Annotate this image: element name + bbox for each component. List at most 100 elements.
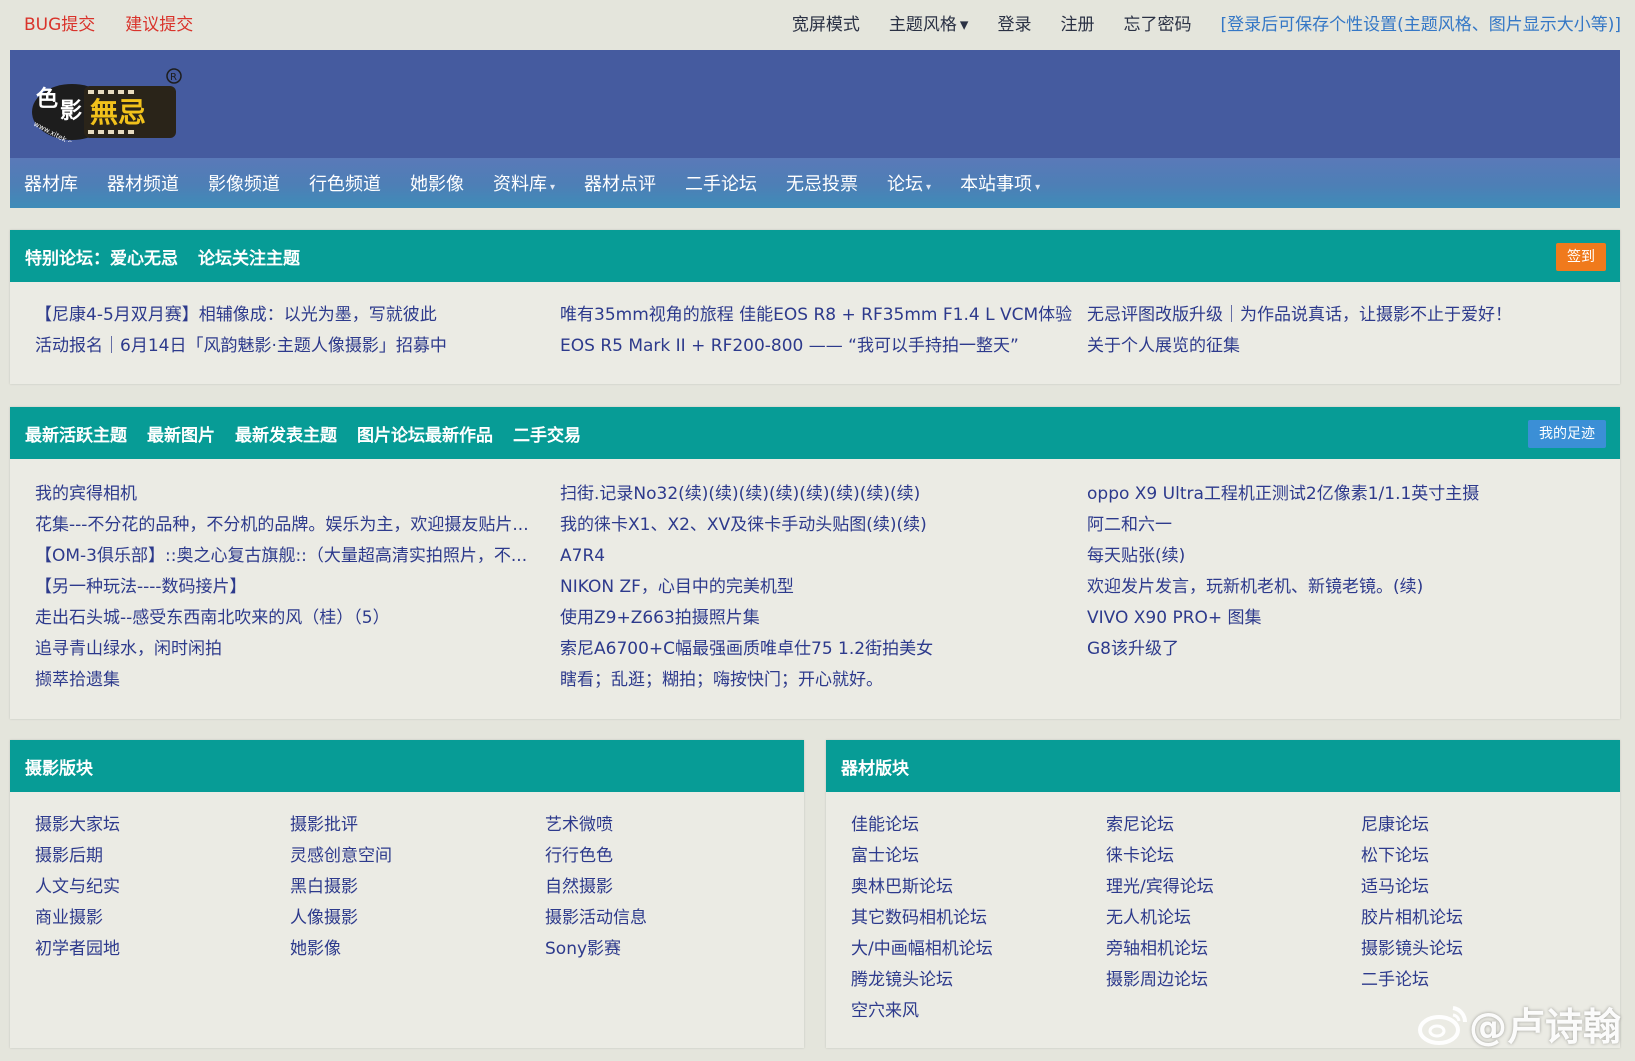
my-footprint-button[interactable]: 我的足迹 bbox=[1528, 420, 1606, 448]
nav-item[interactable]: 器材频道 bbox=[107, 170, 179, 196]
nav-item-label: 二手论坛 bbox=[685, 174, 758, 195]
forum-link[interactable]: 她影像 bbox=[290, 934, 530, 965]
forum-link[interactable]: 腾龙镜头论坛 bbox=[851, 965, 1091, 996]
tab-latest-posts[interactable]: 最新发表主题 bbox=[235, 421, 337, 446]
nav-item[interactable]: 器材点评 bbox=[584, 170, 656, 196]
latest-topics-list: 我的宾得相机 花集---不分花的品种，不分机的品牌。娱乐为主，欢迎摄友贴片... 【… bbox=[10, 459, 1620, 717]
nav-item[interactable]: 器材库 bbox=[24, 170, 78, 196]
forum-link[interactable]: 自然摄影 bbox=[545, 872, 785, 903]
forum-link[interactable]: 大/中画幅相机论坛 bbox=[851, 934, 1091, 965]
topic-link[interactable]: 阿二和六一 bbox=[1087, 510, 1602, 541]
forum-link[interactable]: 空穴来风 bbox=[851, 996, 1091, 1027]
forum-link[interactable]: 奥林巴斯论坛 bbox=[851, 872, 1091, 903]
login-link[interactable]: 登录 bbox=[997, 10, 1031, 35]
forgot-password-link[interactable]: 忘了密码 bbox=[1123, 10, 1191, 35]
link-column: oppo X9 Ultra工程机正测试2亿像素1/1.1英寸主摄 阿二和六一 每天贴… bbox=[1087, 479, 1602, 665]
tab-image-forum-works[interactable]: 图片论坛最新作品 bbox=[357, 421, 493, 446]
featured-topic-link[interactable]: 【尼康4-5月双月赛】相辅像成：以光为墨，写就彼此 bbox=[35, 300, 555, 331]
topic-link[interactable]: 瞎看；乱逛；糊拍；嗨按快门；开心就好。 bbox=[560, 665, 1075, 696]
site-logo[interactable]: 色 影 無忌 www.xitek.com R bbox=[28, 68, 184, 142]
nav-item-label: 器材库 bbox=[24, 174, 78, 195]
forum-link[interactable]: 松下论坛 bbox=[1361, 841, 1601, 872]
forum-link[interactable]: 其它数码相机论坛 bbox=[851, 903, 1091, 934]
nav-item-label: 资料库 bbox=[493, 174, 547, 195]
forum-link[interactable]: 无人机论坛 bbox=[1106, 903, 1346, 934]
featured-topic-link[interactable]: 关于个人展览的征集 bbox=[1087, 331, 1607, 362]
tab-active-topics[interactable]: 最新活跃主题 bbox=[25, 421, 127, 446]
tab-second-hand[interactable]: 二手交易 bbox=[513, 421, 581, 446]
forum-link[interactable]: 徕卡论坛 bbox=[1106, 841, 1346, 872]
tab-followed-topics[interactable]: 论坛关注主题 bbox=[198, 244, 300, 269]
topic-link[interactable]: 每天贴张(续) bbox=[1087, 541, 1602, 572]
nav-item[interactable]: 行色频道 bbox=[309, 170, 381, 196]
topic-link[interactable]: 【另一种玩法----数码接片】 bbox=[35, 572, 550, 603]
forum-link[interactable]: 行行色色 bbox=[545, 841, 785, 872]
featured-topic-link[interactable]: 无忌评图改版升级｜为作品说真话，让摄影不止于爱好！ bbox=[1087, 300, 1607, 331]
forum-link[interactable]: 摄影活动信息 bbox=[545, 903, 785, 934]
topic-link[interactable]: 【OM-3俱乐部】::奥之心复古旗舰::（大量超高清实拍照片，不... bbox=[35, 541, 550, 572]
tab-special-forum[interactable]: 特别论坛：爱心无忌 bbox=[25, 244, 178, 269]
featured-topic-link[interactable]: 唯有35mm视角的旅程 佳能EOS R8 + RF35mm F1.4 L VCM… bbox=[560, 300, 1080, 331]
forum-link[interactable]: 尼康论坛 bbox=[1361, 810, 1601, 841]
register-link[interactable]: 注册 bbox=[1060, 10, 1094, 35]
top-left-links: BUG提交 建议提交 bbox=[24, 10, 193, 35]
nav-item[interactable]: 论坛 ▾ bbox=[887, 170, 931, 196]
nav-item-label: 行色频道 bbox=[309, 174, 381, 195]
topic-link[interactable]: 我的徕卡X1、X2、XV及徕卡手动头贴图(续)(续) bbox=[560, 510, 1075, 541]
topic-link[interactable]: 我的宾得相机 bbox=[35, 479, 550, 510]
topic-link[interactable]: VIVO X90 PRO+ 图集 bbox=[1087, 603, 1602, 634]
nav-item-label: 本站事项 bbox=[960, 174, 1033, 195]
forum-link[interactable]: 灵感创意空间 bbox=[290, 841, 530, 872]
wide-mode-link[interactable]: 宽屏模式 bbox=[792, 10, 860, 35]
forum-link[interactable]: 摄影后期 bbox=[35, 841, 275, 872]
forum-link[interactable]: 商业摄影 bbox=[35, 903, 275, 934]
bug-report-link[interactable]: BUG提交 bbox=[24, 10, 95, 35]
topic-link[interactable]: oppo X9 Ultra工程机正测试2亿像素1/1.1英寸主摄 bbox=[1087, 479, 1602, 510]
topic-link[interactable]: 使用Z9+Z663拍摄照片集 bbox=[560, 603, 1075, 634]
nav-item[interactable]: 二手论坛 bbox=[685, 170, 757, 196]
forum-link[interactable]: 胶片相机论坛 bbox=[1361, 903, 1601, 934]
forum-link[interactable]: 黑白摄影 bbox=[290, 872, 530, 903]
nav-item[interactable]: 影像频道 bbox=[208, 170, 280, 196]
topic-link[interactable]: 欢迎发片发言，玩新机老机、新镜老镜。(续) bbox=[1087, 572, 1602, 603]
forum-link[interactable]: 理光/宾得论坛 bbox=[1106, 872, 1346, 903]
topic-link[interactable]: G8该升级了 bbox=[1087, 634, 1602, 665]
nav-item[interactable]: 资料库 ▾ bbox=[493, 170, 555, 196]
theme-menu[interactable]: 主题风格 ▾ bbox=[889, 10, 969, 35]
topic-link[interactable]: NIKON ZF，心目中的完美机型 bbox=[560, 572, 1075, 603]
featured-topic-link[interactable]: 活动报名｜6月14日「风韵魅影·主题人像摄影」招募中 bbox=[35, 331, 555, 362]
topic-link[interactable]: 追寻青山绿水，闲时闲拍 bbox=[35, 634, 550, 665]
checkin-button[interactable]: 签到 bbox=[1556, 243, 1606, 271]
nav-item[interactable]: 无忌投票 bbox=[786, 170, 858, 196]
topic-link[interactable]: 索尼A6700+C幅最强画质唯卓仕75 1.2街拍美女 bbox=[560, 634, 1075, 665]
forum-link[interactable]: 摄影镜头论坛 bbox=[1361, 934, 1601, 965]
nav-item[interactable]: 本站事项 ▾ bbox=[960, 170, 1040, 196]
topic-link[interactable]: A7R4 bbox=[560, 541, 1075, 572]
nav-item[interactable]: 她影像 bbox=[410, 170, 464, 196]
forum-link[interactable]: Sony影赛 bbox=[545, 934, 785, 965]
featured-topic-link[interactable]: EOS R5 Mark II + RF200-800 —— “我可以手持拍一整天… bbox=[560, 331, 1080, 362]
logo-char-1: 色 bbox=[36, 86, 58, 112]
forum-link[interactable]: 适马论坛 bbox=[1361, 872, 1601, 903]
topic-link[interactable]: 走出石头城--感受东西南北吹来的风（桂）（5） bbox=[35, 603, 550, 634]
forum-link[interactable]: 索尼论坛 bbox=[1106, 810, 1346, 841]
tab-latest-images[interactable]: 最新图片 bbox=[147, 421, 215, 446]
forum-link[interactable]: 摄影周边论坛 bbox=[1106, 965, 1346, 996]
forum-link[interactable]: 人文与纪实 bbox=[35, 872, 275, 903]
link-column: 索尼论坛 徕卡论坛 理光/宾得论坛 无人机论坛 旁轴相机论坛 摄影周边论坛 bbox=[1106, 810, 1346, 996]
forum-link[interactable]: 艺术微喷 bbox=[545, 810, 785, 841]
forum-link[interactable]: 摄影大家坛 bbox=[35, 810, 275, 841]
forum-link[interactable]: 佳能论坛 bbox=[851, 810, 1091, 841]
gear-section-header: 器材版块 bbox=[826, 740, 1620, 792]
forum-link[interactable]: 初学者园地 bbox=[35, 934, 275, 965]
suggestion-link[interactable]: 建议提交 bbox=[125, 10, 193, 35]
topic-link[interactable]: 撷萃拾遗集 bbox=[35, 665, 550, 696]
topic-link[interactable]: 花集---不分花的品种，不分机的品牌。娱乐为主，欢迎摄友贴片... bbox=[35, 510, 550, 541]
latest-topics-panel: 最新活跃主题 最新图片 最新发表主题 图片论坛最新作品 二手交易 我的足迹 我的… bbox=[10, 407, 1620, 719]
forum-link[interactable]: 旁轴相机论坛 bbox=[1106, 934, 1346, 965]
forum-link[interactable]: 人像摄影 bbox=[290, 903, 530, 934]
forum-link[interactable]: 二手论坛 bbox=[1361, 965, 1601, 996]
topic-link[interactable]: 扫街.记录No32(续)(续)(续)(续)(续)(续)(续)(续) bbox=[560, 479, 1075, 510]
forum-link[interactable]: 摄影批评 bbox=[290, 810, 530, 841]
forum-link[interactable]: 富士论坛 bbox=[851, 841, 1091, 872]
